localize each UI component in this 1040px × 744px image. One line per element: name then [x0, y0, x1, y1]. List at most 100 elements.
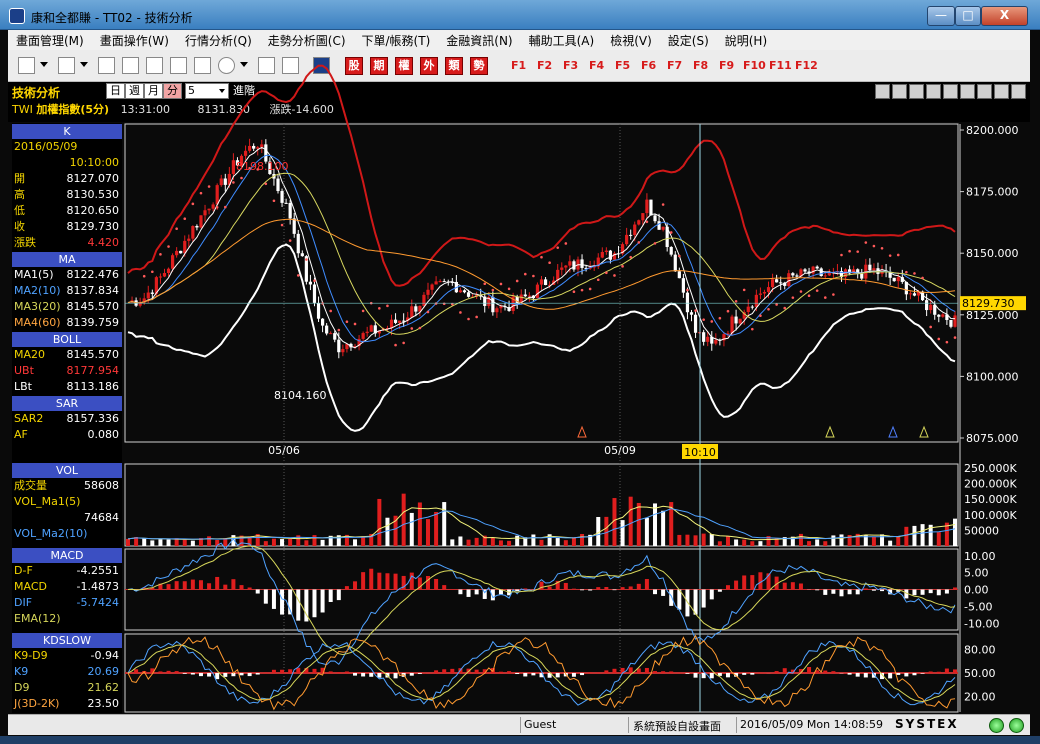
macd-histogram-bar [734, 580, 739, 590]
volume-bar [539, 539, 544, 546]
macd-histogram-bar [636, 583, 641, 590]
volume-bar [701, 533, 706, 546]
sar-dot [734, 299, 738, 303]
candle-body [953, 315, 957, 327]
kd-histogram-bar [280, 669, 285, 673]
candle-body [633, 224, 637, 236]
macd-tick-label: 0.00 [964, 584, 989, 597]
volume-bar [807, 541, 812, 546]
volume-bar [361, 537, 366, 546]
sar-dot [556, 246, 560, 249]
candle-body [604, 250, 608, 253]
volume-bar [385, 517, 390, 546]
sar-dot [426, 310, 430, 314]
macd-histogram-bar [198, 580, 203, 590]
kd-histogram-bar [782, 668, 787, 673]
sar-dot [142, 274, 146, 278]
macd-histogram-bar [620, 587, 625, 590]
candle-body [625, 234, 629, 245]
kd-histogram-bar [612, 668, 617, 673]
candle-body [187, 238, 191, 241]
candle-body [426, 289, 430, 295]
candle-body [908, 293, 913, 295]
candle-body [462, 290, 467, 293]
sar-dot [864, 241, 868, 244]
volume-bar [271, 538, 276, 546]
kd-histogram-bar [604, 670, 609, 673]
candle-body [925, 300, 929, 311]
candle-body [750, 306, 754, 308]
sar-dot [953, 336, 957, 339]
volume-bar [685, 534, 690, 546]
sar-dot [353, 322, 357, 326]
ma10-line [127, 154, 956, 343]
sar-dot [159, 253, 162, 256]
macd-histogram-bar [790, 582, 795, 590]
current-price-label: 8129.730 [962, 297, 1015, 310]
volume-bar [466, 539, 471, 546]
sar-dot [264, 182, 268, 186]
candle-body [560, 267, 564, 270]
server-status-icon[interactable] [1009, 718, 1024, 733]
candle-body [223, 178, 227, 185]
candle-body [398, 320, 402, 323]
candle-body [645, 199, 649, 214]
candle-body [892, 277, 896, 282]
kd-histogram-bar [628, 667, 633, 673]
macd-histogram-bar [661, 589, 666, 596]
sar-dot [418, 326, 422, 330]
technical-chart[interactable]: 8200.000 8175.000 8150.000 8125.000 8100.000… [0, 0, 1040, 744]
candle-body [252, 145, 256, 149]
candle-body [219, 178, 223, 186]
volume-bar [409, 512, 414, 546]
kd-histogram-bar [580, 673, 585, 676]
macd-histogram-bar [166, 584, 171, 590]
candle-body [341, 349, 345, 353]
candle-body [669, 246, 673, 255]
sar-dot [434, 302, 438, 305]
candle-body [410, 306, 414, 318]
candle-body [657, 221, 661, 230]
status-datetime: 2016/05/09 Mon 14:08:59 [740, 718, 883, 731]
status-user: Guest [524, 718, 557, 731]
kd-histogram-bar [353, 673, 358, 676]
candle-body [629, 234, 633, 236]
kd-histogram-bar [271, 669, 276, 673]
kd-histogram-bar [361, 673, 366, 677]
candle-body [673, 254, 677, 272]
candle-body [949, 320, 953, 327]
high-annotation: 8198.100 [236, 160, 289, 173]
sar-dot [296, 274, 300, 277]
macd-histogram-bar [571, 588, 576, 590]
volume-bar [571, 537, 576, 546]
kd-histogram-bar [936, 671, 941, 673]
candle-body [872, 268, 876, 271]
kd-histogram-bar [182, 673, 187, 674]
candle-body [430, 284, 434, 290]
macd-tick-label: -5.00 [964, 600, 992, 613]
candle-body [288, 202, 292, 219]
kd-histogram-bar [531, 673, 536, 676]
sar-dot [523, 272, 527, 276]
sar-dot [467, 317, 470, 321]
sar-dot [280, 223, 284, 227]
candle-body [231, 160, 236, 174]
sar-dot [937, 337, 941, 341]
volume-bar [953, 518, 957, 546]
candle-body [775, 279, 779, 283]
candle-body [539, 279, 544, 285]
macd-histogram-bar [750, 575, 755, 590]
candle-body [365, 331, 369, 334]
macd-histogram-bar [839, 589, 844, 597]
kd-histogram-bar [239, 673, 244, 676]
sar-dot [232, 181, 235, 184]
volume-bar [450, 539, 455, 546]
macd-histogram-bar [425, 576, 430, 590]
sar-dot [653, 242, 657, 245]
candle-body [499, 306, 503, 309]
candle-body [815, 266, 819, 269]
volume-bar [628, 496, 633, 546]
macd-histogram-bar [798, 583, 803, 590]
sar-dot [759, 314, 762, 317]
connection-status-icon[interactable] [989, 718, 1004, 733]
